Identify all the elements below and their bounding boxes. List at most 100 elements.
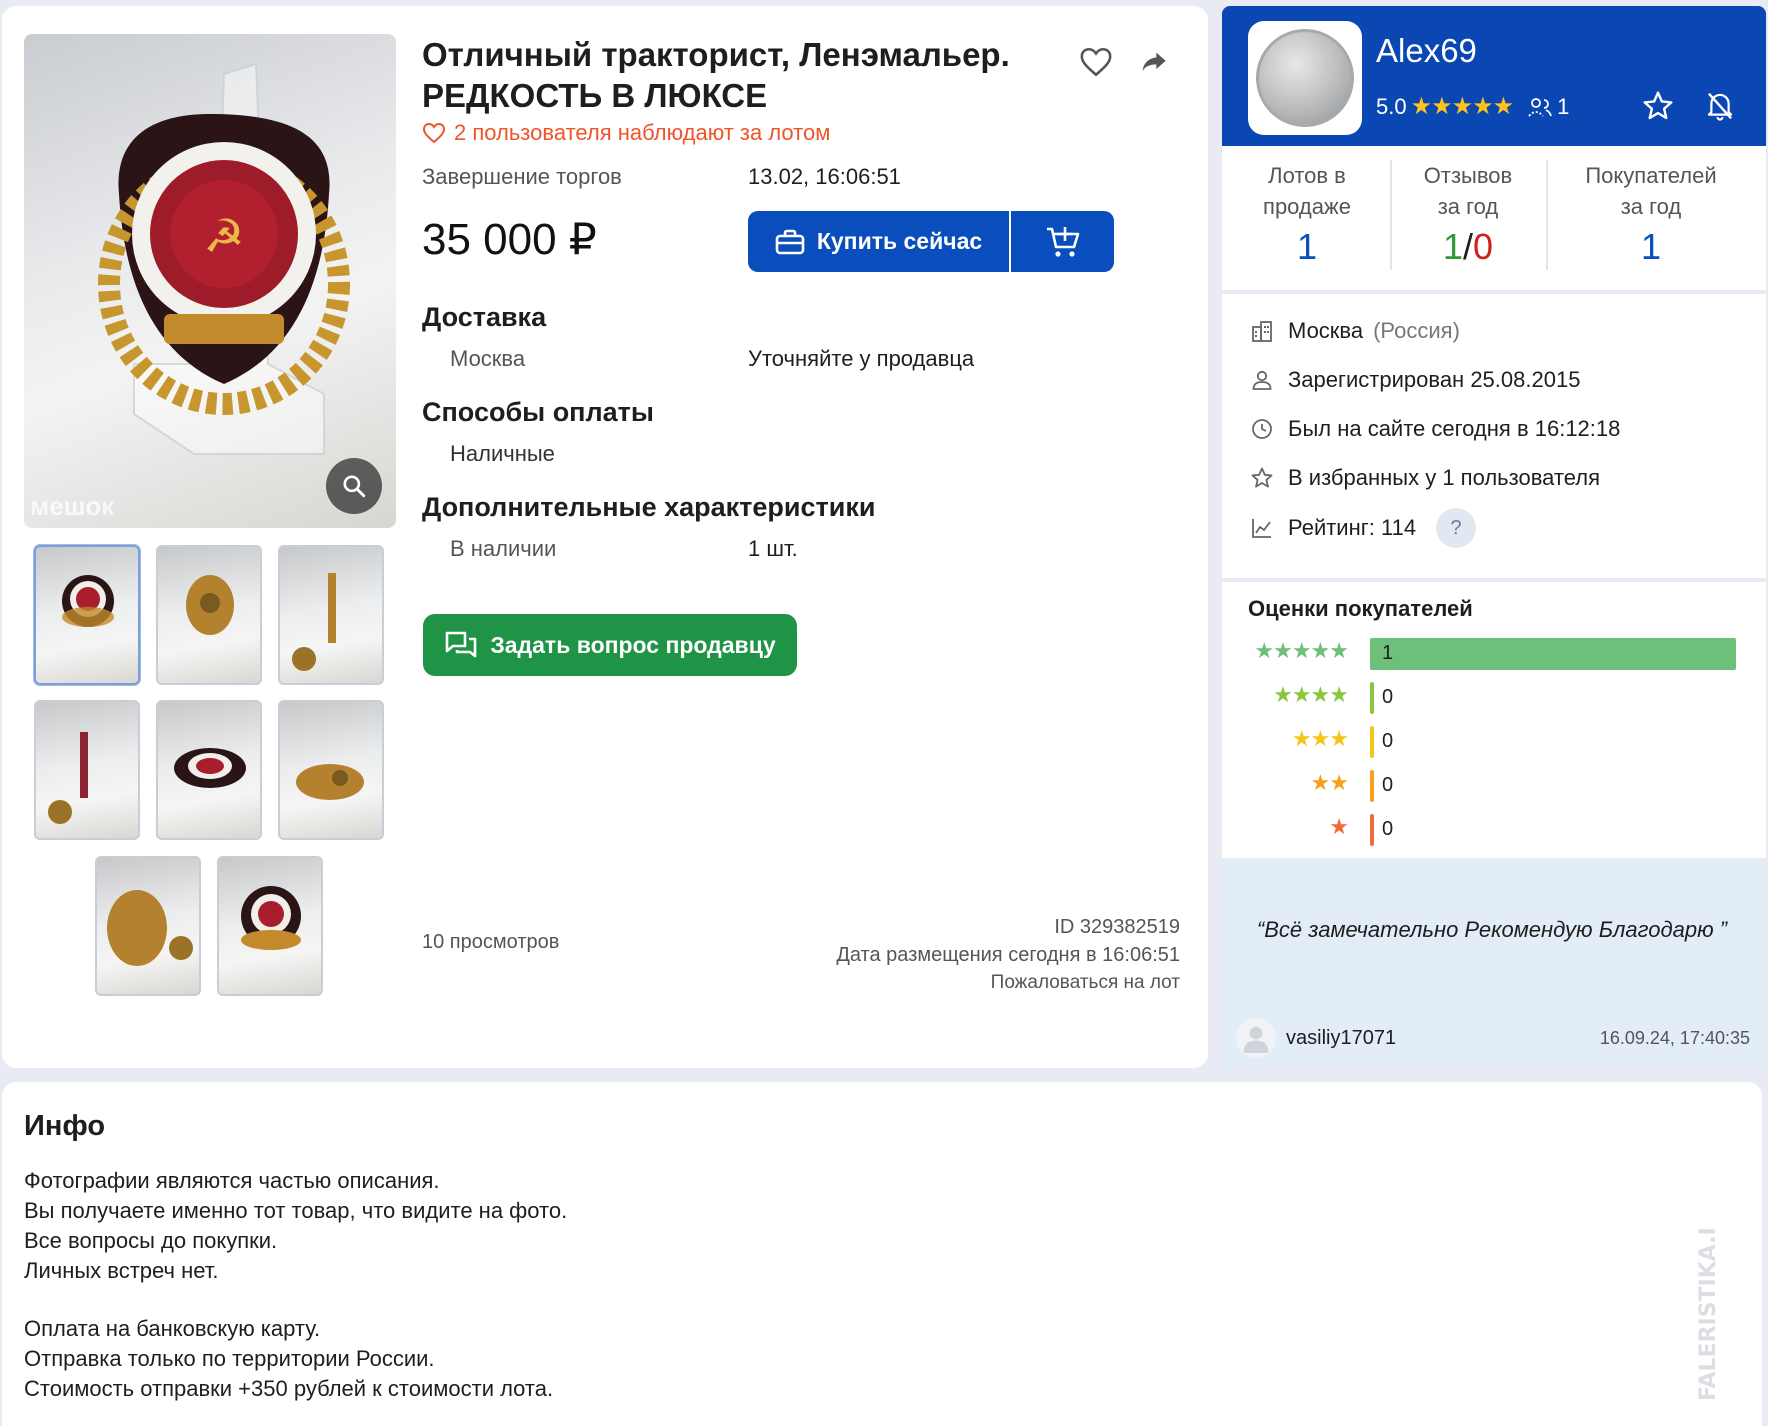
favorite-button[interactable] <box>1074 40 1118 84</box>
reviewer[interactable]: vasiliy17071 <box>1236 1018 1396 1058</box>
user-icon <box>1252 370 1272 390</box>
thumbnail-7[interactable] <box>95 856 201 996</box>
divider <box>1390 160 1392 270</box>
user-avatar-icon <box>1243 1026 1269 1053</box>
review-text: “Всё замечательно Рекомендую Благодарю ” <box>1256 917 1728 942</box>
info-paragraph-1: Фотографии являются частью описания. Вы … <box>24 1166 567 1286</box>
rating-help-button[interactable]: ? <box>1436 508 1477 548</box>
heart-icon <box>1080 47 1112 77</box>
payment-title: Способы оплаты <box>422 397 654 427</box>
stat-label: Лотов в <box>1268 163 1346 188</box>
watchers-text: 2 пользователя наблюдают за лотом <box>454 120 831 145</box>
stat-lots[interactable]: Лотов в продаже 1 <box>1242 160 1372 268</box>
bell-off-icon <box>1707 92 1733 121</box>
chart-line-icon <box>1252 519 1271 538</box>
rating-bar <box>1370 726 1374 758</box>
reviewer-name[interactable]: vasiliy17071 <box>1286 1027 1396 1050</box>
ratings-title: Оценки покупателей <box>1248 596 1473 621</box>
thumbnail-1[interactable] <box>34 545 140 685</box>
last-seen-text: Был на сайте сегодня в 16:12:18 <box>1288 416 1621 441</box>
stat-buyers[interactable]: Покупателей за год 1 <box>1556 160 1746 268</box>
lot-title: Отличный тракторист, Ленэмальер. РЕДКОСТ… <box>422 36 1010 114</box>
clock-icon <box>1252 419 1272 439</box>
followers-count: 1 <box>1557 93 1570 119</box>
seller-stats: Лотов в продаже 1 Отзывов за год 1/0 Пок… <box>1222 146 1766 290</box>
reviewer-avatar <box>1236 1018 1276 1058</box>
divider <box>1546 160 1548 270</box>
stat-value: 1 <box>1296 226 1318 267</box>
stat-reviews[interactable]: Отзывов за год 1/0 <box>1398 160 1538 268</box>
thumbnail-2[interactable] <box>156 545 262 685</box>
info-paragraph-2: Оплата на банковскую карту. Отправка тол… <box>24 1314 553 1404</box>
notifications-button[interactable] <box>1698 84 1742 128</box>
stat-value: 1 <box>1640 226 1662 267</box>
seller-avatar[interactable] <box>1248 21 1362 135</box>
thumbnail-5[interactable] <box>156 700 262 840</box>
thumbnail-3[interactable] <box>278 545 384 685</box>
thumbnail-4[interactable] <box>34 700 140 840</box>
payment-value: Наличные <box>450 441 555 466</box>
seller-country: (Россия) <box>1373 318 1460 343</box>
building-icon <box>1252 321 1272 342</box>
delivery-title: Доставка <box>422 302 547 332</box>
share-button[interactable] <box>1132 40 1176 84</box>
views-count: 10 просмотров <box>422 931 560 953</box>
rating-bar <box>1370 770 1374 802</box>
stat-label: Покупателей <box>1585 163 1717 188</box>
stars-icon: ★★★ <box>1291 726 1349 751</box>
buy-now-label: Купить сейчас <box>816 228 983 254</box>
buy-now-button[interactable]: Купить сейчас <box>748 211 1011 272</box>
stat-label: продаже <box>1263 194 1351 219</box>
posted-date: Дата размещения сегодня в 16:06:51 <box>836 944 1180 966</box>
site-watermark-logo: FALERISTIKA.INFO <box>1696 1228 1721 1401</box>
info-line: Отправка только по территории России. <box>24 1346 435 1371</box>
price: 35 000 ₽ <box>422 215 597 264</box>
delivery-city: Москва <box>450 346 526 371</box>
end-label: Завершение торгов <box>422 164 622 189</box>
favorites-text: В избранных у 1 пользователя <box>1288 465 1600 490</box>
seller-location: Москва (Россия) <box>1250 318 1460 344</box>
thumbnail-6[interactable] <box>278 700 384 840</box>
ask-seller-button[interactable]: Задать вопрос продавцу <box>423 614 797 676</box>
info-section: Инфо Фотографии являются частью описания… <box>2 1082 1762 1426</box>
seller-rating: 5.0 ★★★★★ 1 <box>1376 92 1569 121</box>
rating-row-2: ★★ 0 <box>1222 770 1766 802</box>
stat-label: за год <box>1620 194 1682 219</box>
follow-seller-button[interactable] <box>1636 84 1680 128</box>
info-line: Фотографии являются частью описания. <box>24 1168 440 1193</box>
briefcase-icon <box>775 229 805 254</box>
info-line: Все вопросы до покупки. <box>24 1228 278 1253</box>
extra-title: Дополнительные характеристики <box>422 492 876 522</box>
rating-value: 5.0 <box>1376 93 1407 119</box>
seller-last-seen: Был на сайте сегодня в 16:12:18 <box>1250 416 1620 442</box>
registered-text: Зарегистрирован 25.08.2015 <box>1288 367 1581 392</box>
coin-image <box>1256 29 1354 127</box>
stat-label: за год <box>1437 194 1499 219</box>
stars-icon: ★★★★★ <box>1254 638 1349 663</box>
star-outline-icon <box>1643 91 1673 120</box>
rating-stars: ★★★★★ <box>1410 93 1515 120</box>
add-to-cart-button[interactable] <box>1011 211 1114 272</box>
info-line: Вы получаете именно тот товар, что видит… <box>24 1198 568 1223</box>
chat-icon <box>446 631 477 658</box>
followers-icon <box>1528 97 1553 117</box>
availability-label: В наличии <box>450 536 557 561</box>
seller-rating-score: Рейтинг: 114 ? <box>1250 508 1477 548</box>
rating-row-5: ★★★★★ 1 <box>1222 638 1766 670</box>
rating-bar <box>1370 682 1374 714</box>
seller-header: Alex69 5.0 ★★★★★ 1 <box>1222 6 1766 146</box>
seller-registered: Зарегистрирован 25.08.2015 <box>1250 367 1580 393</box>
stars-icon: ★★ <box>1310 770 1349 795</box>
thumbnail-8[interactable] <box>217 856 323 996</box>
zoom-button[interactable] <box>326 458 382 514</box>
info-line: Личных встреч нет. <box>24 1258 219 1283</box>
svg-text:FALERISTIKA.INFO: FALERISTIKA.INFO <box>1696 1228 1721 1401</box>
report-link[interactable]: Пожаловаться на лот <box>991 972 1180 994</box>
main-photo[interactable]: ☭ мешок <box>24 34 396 528</box>
seller-name[interactable]: Alex69 <box>1376 32 1477 70</box>
rating-count: 0 <box>1382 686 1394 708</box>
info-line: Стоимость отправки +350 рублей к стоимос… <box>24 1376 554 1401</box>
negative-reviews: 0 <box>1473 226 1494 267</box>
info-line: Оплата на банковскую карту. <box>24 1316 321 1341</box>
lot-id: ID 329382519 <box>1054 916 1180 938</box>
